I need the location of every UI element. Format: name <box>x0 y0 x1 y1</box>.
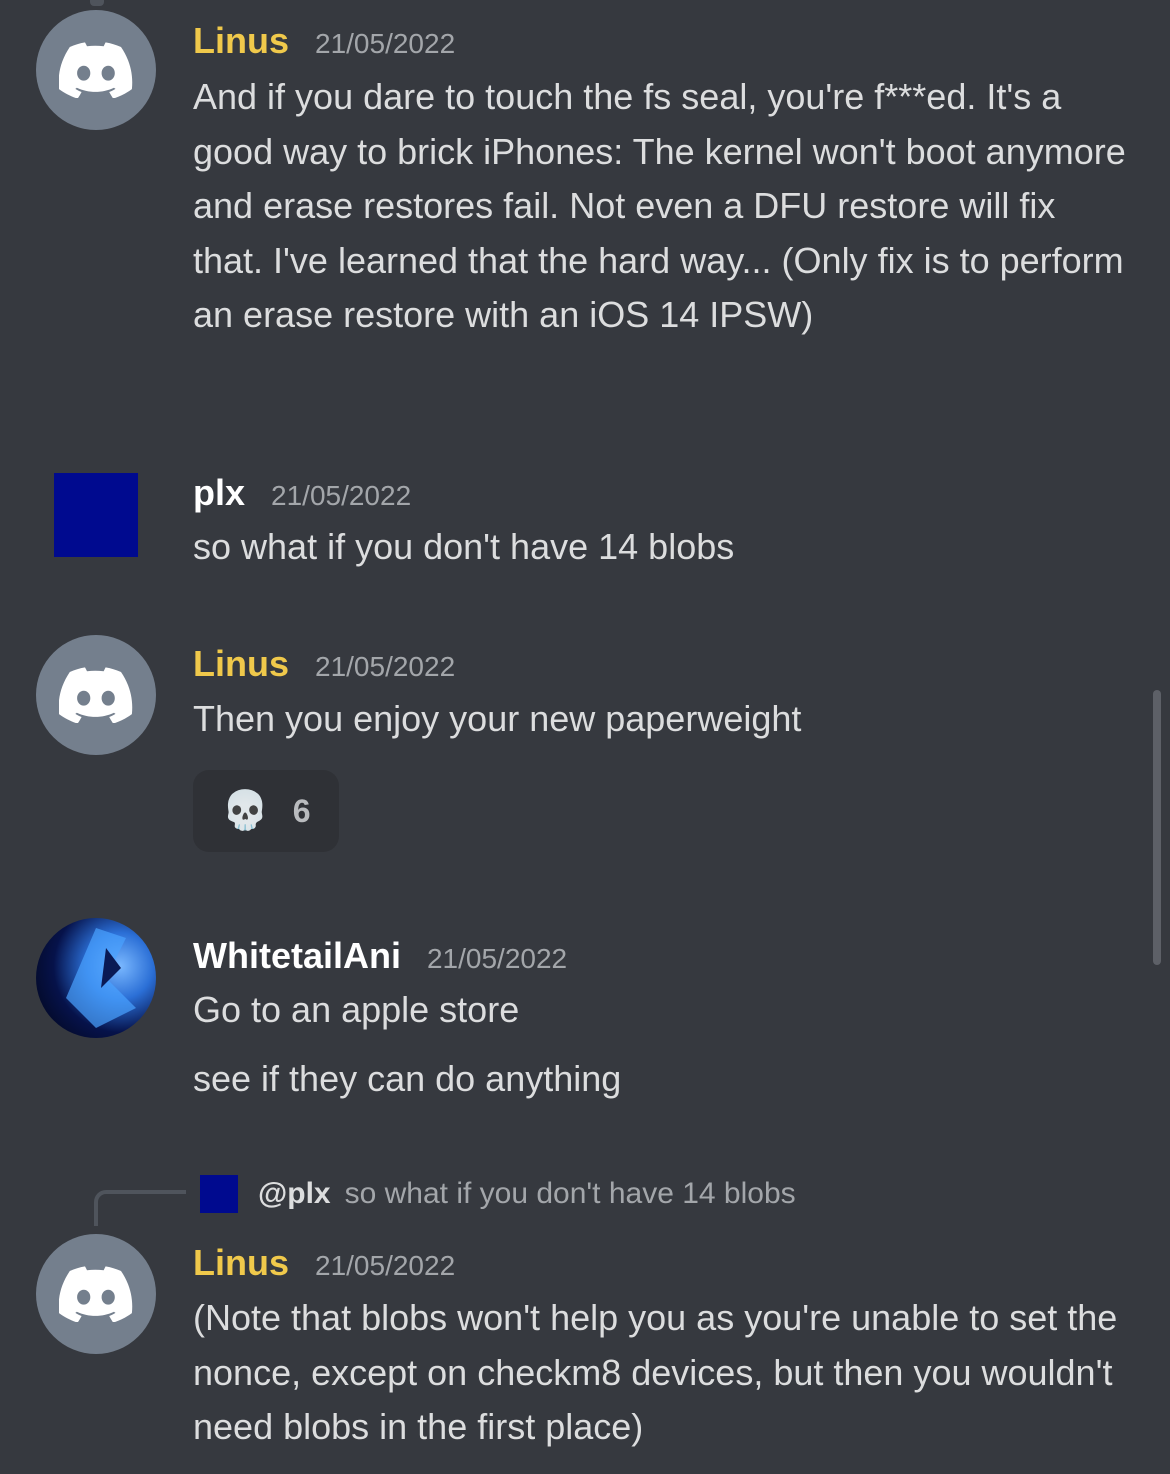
reaction-count: 6 <box>292 792 311 829</box>
message-text: Then you enjoy your new paperweight <box>193 698 802 739</box>
scrollbar[interactable] <box>1153 690 1161 965</box>
author-name[interactable]: plx <box>193 472 245 514</box>
author-name[interactable]: Linus <box>193 643 289 685</box>
reply-author[interactable]: @plx <box>258 1177 331 1211</box>
message-header: Linus 21/05/2022 <box>193 643 455 685</box>
avatar-art-icon <box>66 928 136 1028</box>
skull-emoji-icon: 💀 <box>221 790 269 832</box>
message-text: And if you dare to touch the fs seal, yo… <box>193 76 1126 335</box>
message-text: Go to an apple store <box>193 989 520 1030</box>
avatar[interactable] <box>36 1234 156 1354</box>
discord-logo-icon <box>59 667 133 723</box>
message-text: see if they can do anything <box>193 1058 622 1099</box>
timestamp: 21/05/2022 <box>315 1250 456 1281</box>
timestamp: 21/05/2022 <box>315 651 456 682</box>
scroll-edge-marker <box>90 0 104 6</box>
avatar[interactable] <box>36 10 156 130</box>
reply-preview[interactable]: @plx so what if you don't have 14 blobs <box>200 1175 796 1213</box>
author-name[interactable]: Linus <box>193 1242 289 1284</box>
message-header: WhitetailAni 21/05/2022 <box>193 935 567 977</box>
timestamp: 21/05/2022 <box>426 943 568 974</box>
avatar[interactable] <box>54 473 138 557</box>
message-text: so what if you don't have 14 blobs <box>193 526 735 567</box>
reply-avatar <box>200 1175 238 1213</box>
timestamp: 21/05/2022 <box>271 480 412 511</box>
message-text: (Note that blobs won't help you as you'r… <box>193 1297 1118 1447</box>
reply-connector <box>94 1190 186 1226</box>
message-header: plx 21/05/2022 <box>193 472 411 514</box>
discord-logo-icon <box>59 42 133 98</box>
avatar[interactable] <box>36 918 156 1038</box>
reaction-button[interactable]: 💀 6 <box>193 770 339 852</box>
avatar[interactable] <box>36 635 156 755</box>
author-name[interactable]: Linus <box>193 20 289 62</box>
author-name[interactable]: WhitetailAni <box>193 935 401 977</box>
message-header: Linus 21/05/2022 <box>193 20 455 62</box>
discord-logo-icon <box>59 1266 133 1322</box>
timestamp: 21/05/2022 <box>315 28 456 59</box>
message-header: Linus 21/05/2022 <box>193 1242 455 1284</box>
reply-text: so what if you don't have 14 blobs <box>344 1177 796 1210</box>
